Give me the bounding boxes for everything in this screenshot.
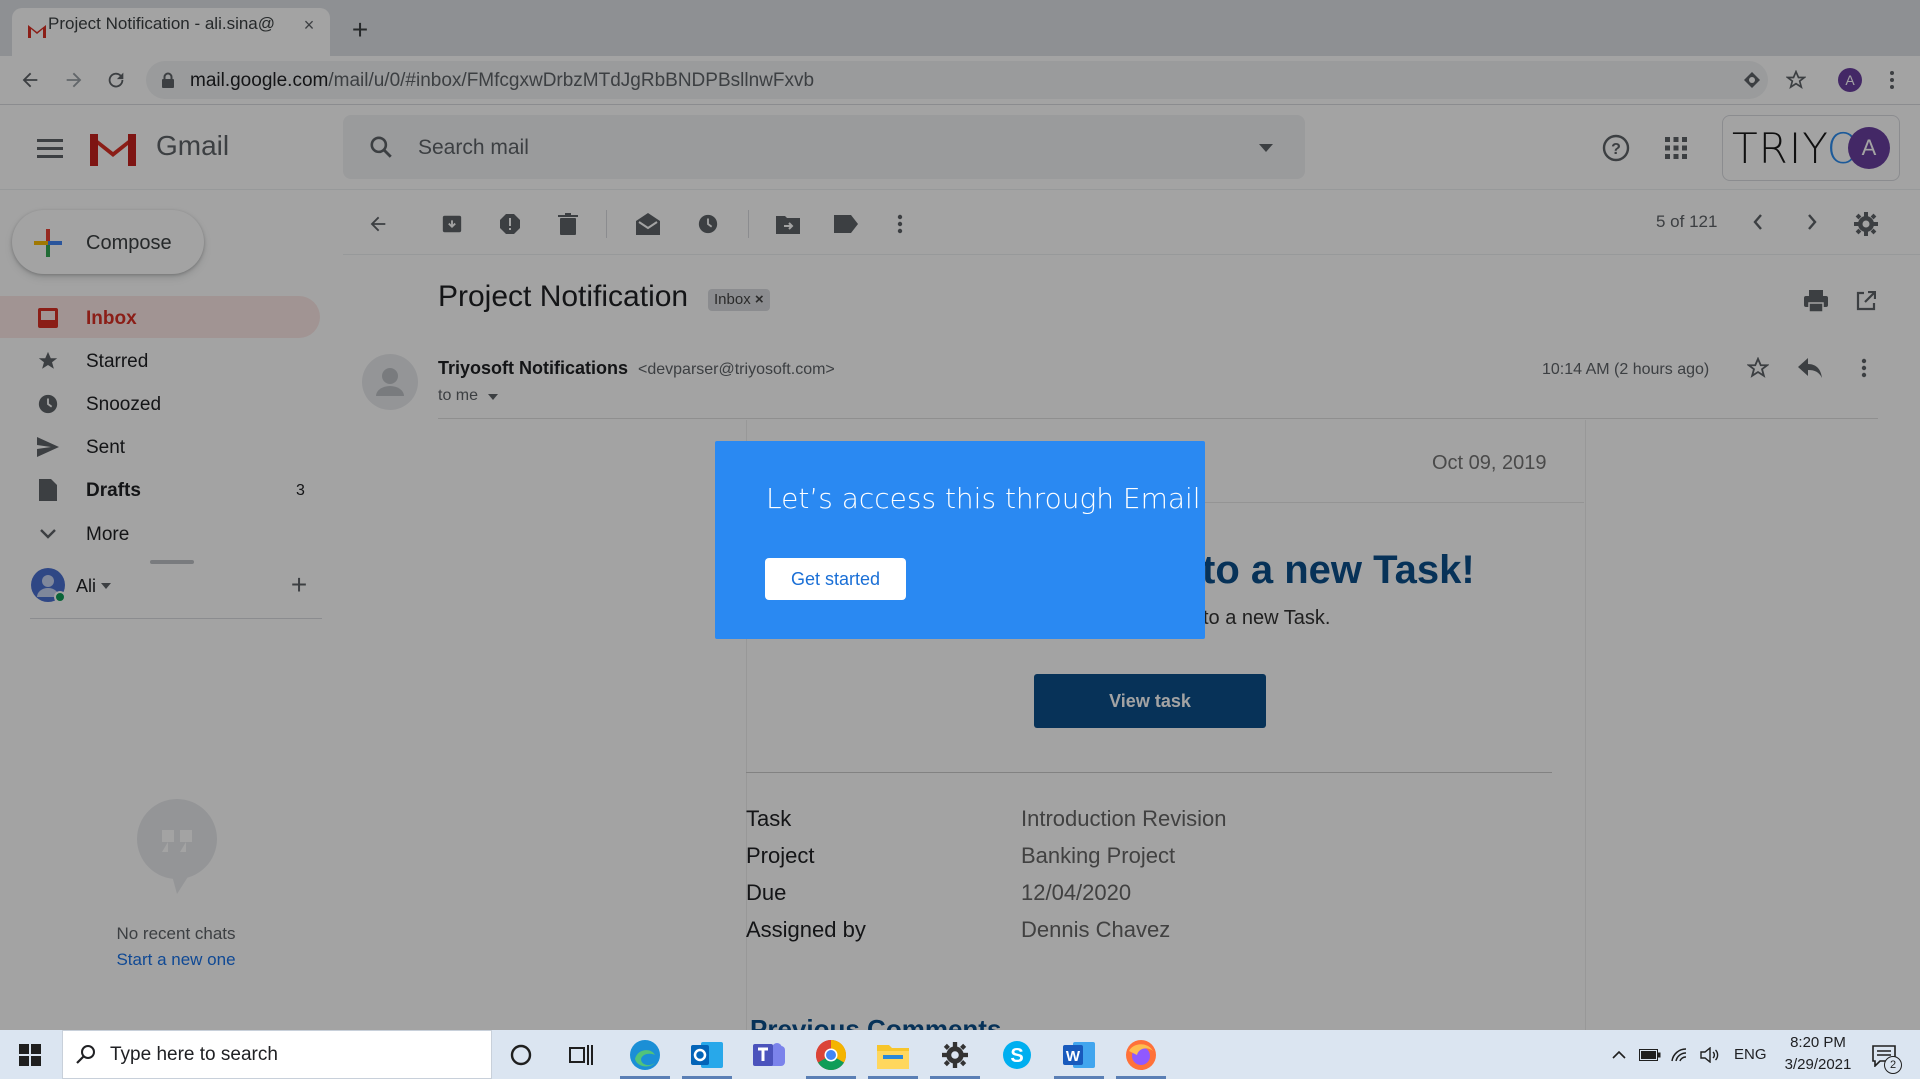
word-icon[interactable]: W <box>1054 1034 1104 1076</box>
task-view-icon[interactable] <box>556 1034 606 1076</box>
taskbar-search-icon <box>74 1042 98 1066</box>
notification-count-badge: 2 <box>1884 1056 1902 1074</box>
firefox-icon[interactable] <box>1116 1034 1166 1076</box>
clock-time[interactable]: 8:20 PM <box>1786 1034 1850 1051</box>
teams-icon[interactable] <box>744 1034 794 1076</box>
volume-icon[interactable] <box>1698 1044 1722 1066</box>
show-hidden-icons-icon[interactable] <box>1608 1044 1630 1066</box>
settings-app-icon[interactable] <box>930 1034 980 1076</box>
svg-text:S: S <box>1010 1045 1023 1067</box>
chrome-icon[interactable] <box>806 1034 856 1076</box>
wifi-icon[interactable] <box>1668 1044 1692 1066</box>
outlook-icon[interactable] <box>682 1034 732 1076</box>
modal-title: Let’s access this through Email <box>766 482 1201 515</box>
svg-text:W: W <box>1066 1048 1081 1065</box>
edge-browser-icon[interactable] <box>620 1034 670 1076</box>
skype-icon[interactable]: S <box>992 1034 1042 1076</box>
battery-icon[interactable] <box>1638 1044 1662 1066</box>
clock-date[interactable]: 3/29/2021 <box>1776 1056 1860 1073</box>
get-started-button[interactable]: Get started <box>765 558 906 600</box>
language-indicator[interactable]: ENG <box>1734 1046 1767 1063</box>
file-explorer-icon[interactable] <box>868 1034 918 1076</box>
taskbar-search-placeholder: Type here to search <box>110 1044 278 1065</box>
onboarding-modal <box>715 441 1205 639</box>
cortana-icon[interactable] <box>496 1034 546 1076</box>
windows-start-icon[interactable] <box>0 1030 60 1079</box>
